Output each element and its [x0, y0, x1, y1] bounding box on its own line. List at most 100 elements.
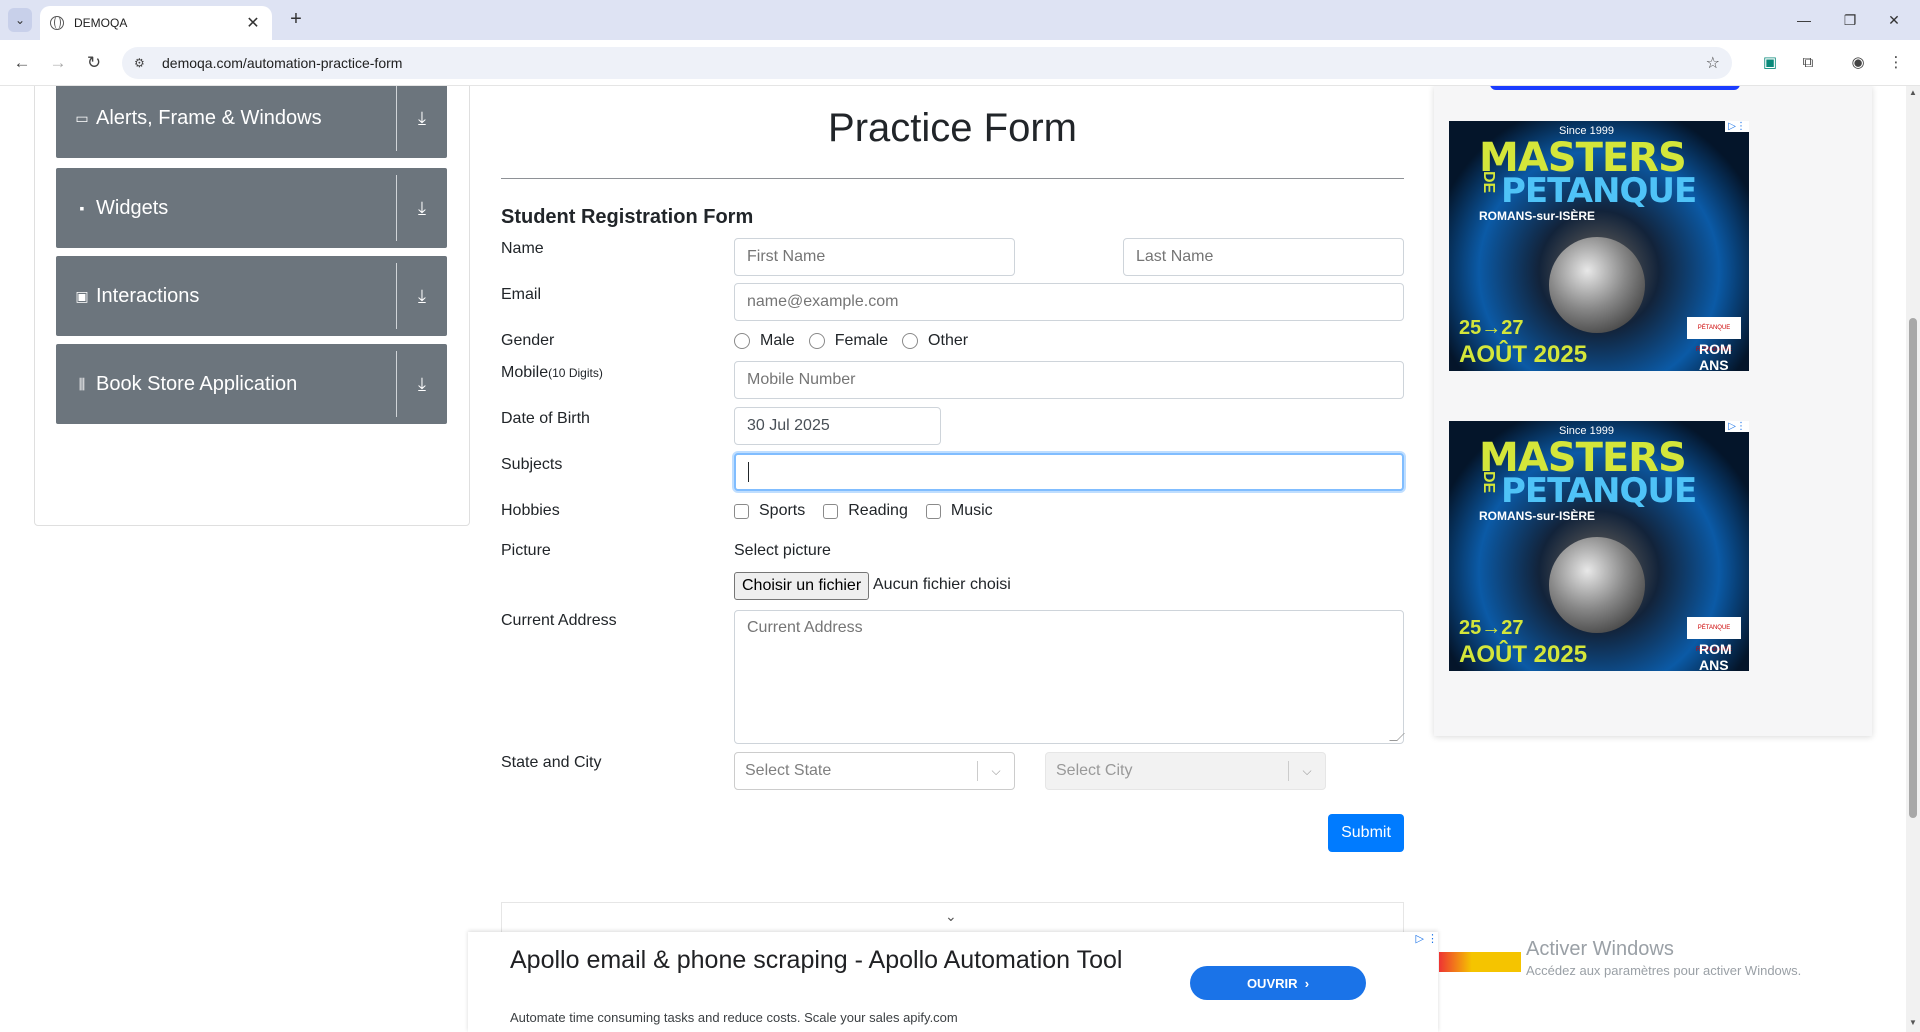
checkbox[interactable]	[925, 503, 941, 519]
extension-icon[interactable]: ▣	[1758, 51, 1782, 75]
current-address-textarea[interactable]: Current Address	[734, 610, 1405, 744]
puzzle-icon[interactable]: ⧉	[1796, 51, 1820, 75]
gender-options: Male Female Other	[734, 332, 982, 350]
restore-button[interactable]: ❐	[1830, 8, 1870, 32]
close-window-button[interactable]: ✕	[1874, 8, 1914, 32]
select-picture-label: Select picture	[734, 542, 831, 559]
download-arrow-icon: ⤓	[418, 285, 426, 306]
ad-text: AOÛT 2025	[1459, 641, 1588, 668]
address-label: Current Address	[501, 612, 617, 629]
gender-male-option[interactable]: Male	[734, 332, 795, 350]
petanque-ball-image	[1549, 537, 1645, 633]
interactions-icon: ▣	[75, 288, 89, 304]
ad-text: 25→27	[1459, 617, 1524, 639]
ad-text: AOÛT 2025	[1459, 341, 1588, 368]
radio-button[interactable]	[734, 333, 750, 349]
sidebar-group-bookstore[interactable]: ⫼ Book Store Application ⤓	[56, 344, 447, 424]
choose-file-button[interactable]: Choisir un fichier	[734, 572, 870, 600]
state-city-label: State and City	[501, 754, 602, 771]
adchoices-icon[interactable]: ▷⋮	[1725, 121, 1749, 132]
state-select-placeholder: Select State	[745, 762, 832, 779]
scroll-down-arrow-icon[interactable]: ▼	[1909, 1018, 1917, 1027]
checkbox[interactable]	[734, 503, 749, 519]
mobile-input[interactable]: Mobile Number	[734, 361, 1404, 399]
adchoices-icon[interactable]: ▷ ⋮	[1415, 932, 1438, 945]
ad-title: Apollo email & phone scraping - Apollo A…	[510, 946, 1123, 974]
bookmark-star-icon[interactable]: ☆	[1706, 53, 1720, 73]
sidebar-group-widgets[interactable]: ▪ Widgets ⤓	[56, 168, 447, 248]
first-name-input[interactable]: First Name	[734, 238, 1015, 276]
page-title: Practice Form	[828, 106, 1077, 150]
scroll-up-arrow-icon[interactable]: ▲	[1909, 88, 1917, 97]
toolbar: ← → ↻ ⚙ demoqa.com/automation-practice-f…	[0, 40, 1920, 86]
sidebar-group-alerts[interactable]: ▭ Alerts, Frame & Windows ⤓	[56, 86, 447, 158]
minimize-button[interactable]: —	[1784, 8, 1824, 32]
ad-banner[interactable]: Since 1999 MASTERS DE PETANQUE ROMANS-su…	[1449, 121, 1749, 371]
new-tab-button[interactable]: +	[284, 8, 308, 32]
forward-arrow-icon[interactable]: →	[46, 51, 70, 75]
profile-icon[interactable]: ◉	[1846, 51, 1870, 75]
email-input[interactable]: name@example.com	[734, 283, 1404, 321]
tab-strip: ⌄ DEMOQA ✕ + — ❐ ✕	[0, 0, 1920, 40]
site-settings-icon[interactable]: ⚙	[134, 56, 150, 70]
ad-text: ROM ANS	[1699, 641, 1732, 671]
tab-title: DEMOQA	[74, 16, 128, 30]
email-label: Email	[501, 286, 542, 303]
dob-label: Date of Birth	[501, 410, 590, 427]
gender-female-option[interactable]: Female	[808, 332, 889, 350]
petanque-ball-image	[1549, 237, 1645, 333]
checkbox[interactable]	[823, 503, 839, 519]
file-status-text: Aucun fichier choisi	[873, 576, 1011, 593]
radio-label: Male	[760, 332, 795, 349]
ad-top-button[interactable]	[1490, 86, 1740, 90]
checkbox-label: Reading	[848, 502, 908, 519]
active-tab[interactable]: DEMOQA ✕	[40, 6, 272, 40]
back-arrow-icon[interactable]: ←	[10, 51, 34, 75]
vertical-scrollbar[interactable]: ▲ ▼	[1906, 86, 1920, 1032]
mobile-label: Mobile(10 Digits)	[501, 364, 603, 382]
hobby-music-option[interactable]: Music	[925, 502, 993, 520]
ad-text: PETANQUE	[1501, 471, 1697, 511]
mobile-label-text: Mobile	[501, 364, 549, 381]
form-subtitle: Student Registration Form	[501, 206, 754, 228]
sidebar-group-label: Widgets	[96, 196, 169, 219]
windows-activation-watermark: Activer Windows Accédez aux paramètres p…	[1526, 938, 1801, 978]
radio-button[interactable]	[808, 333, 825, 349]
ad-text: DE	[1480, 471, 1497, 494]
hobby-reading-option[interactable]: Reading	[823, 502, 908, 520]
sidebar-group-label: Alerts, Frame & Windows	[96, 106, 322, 129]
radio-label: Other	[928, 332, 969, 349]
divider	[501, 178, 1404, 179]
gender-other-option[interactable]: Other	[902, 332, 968, 350]
sidebar-group-interactions[interactable]: ▣ Interactions ⤓	[56, 256, 447, 336]
radio-label: Female	[834, 332, 889, 349]
resize-handle-icon[interactable]	[1389, 733, 1405, 741]
ad-text: PETANQUE	[1501, 171, 1697, 211]
ad-sponsor-logo: PÉTANQUE ROMANAISE	[1687, 617, 1741, 653]
tab-close-icon[interactable]: ✕	[244, 13, 262, 33]
small-ad-strip[interactable]	[1439, 952, 1521, 972]
ad-text: ROMANS-sur-ISÈRE	[1479, 509, 1596, 523]
submit-button[interactable]: Submit	[1328, 814, 1404, 852]
hobby-sports-option[interactable]: Sports	[734, 502, 805, 520]
ad-banner[interactable]: Since 1999 MASTERS DE PETANQUE ROMANS-su…	[1449, 421, 1749, 671]
bookstore-icon: ⫼	[78, 376, 86, 392]
date-of-birth-input[interactable]: 30 Jul 2025	[734, 407, 941, 445]
last-name-input[interactable]: Last Name	[1123, 238, 1404, 276]
state-select[interactable]: Select State ⌵	[734, 752, 1015, 790]
bottom-ad-banner[interactable]: Apollo email & phone scraping - Apollo A…	[468, 932, 1438, 1032]
radio-button[interactable]	[902, 333, 919, 349]
menu-kebab-icon[interactable]: ⋮	[1884, 51, 1908, 75]
subjects-input[interactable]	[734, 453, 1404, 491]
tab-search-button[interactable]: ⌄	[8, 8, 32, 32]
adchoices-icon[interactable]: ▷⋮	[1725, 421, 1749, 432]
scrollbar-thumb[interactable]	[1909, 318, 1917, 818]
ad-sponsor-logo: PÉTANQUE ROMANAISE	[1687, 317, 1741, 353]
ad-subtitle: Automate time consuming tasks and reduce…	[510, 1010, 958, 1025]
window-icon: ▭	[75, 110, 89, 126]
address-bar[interactable]: ⚙ demoqa.com/automation-practice-form ☆	[122, 47, 1732, 79]
ad-text: 25→27	[1459, 317, 1524, 339]
chevron-down-icon[interactable]: ⌄	[945, 908, 957, 925]
ad-open-button[interactable]: OUVRIR ›	[1190, 966, 1366, 1000]
reload-icon[interactable]: ↻	[82, 51, 106, 75]
